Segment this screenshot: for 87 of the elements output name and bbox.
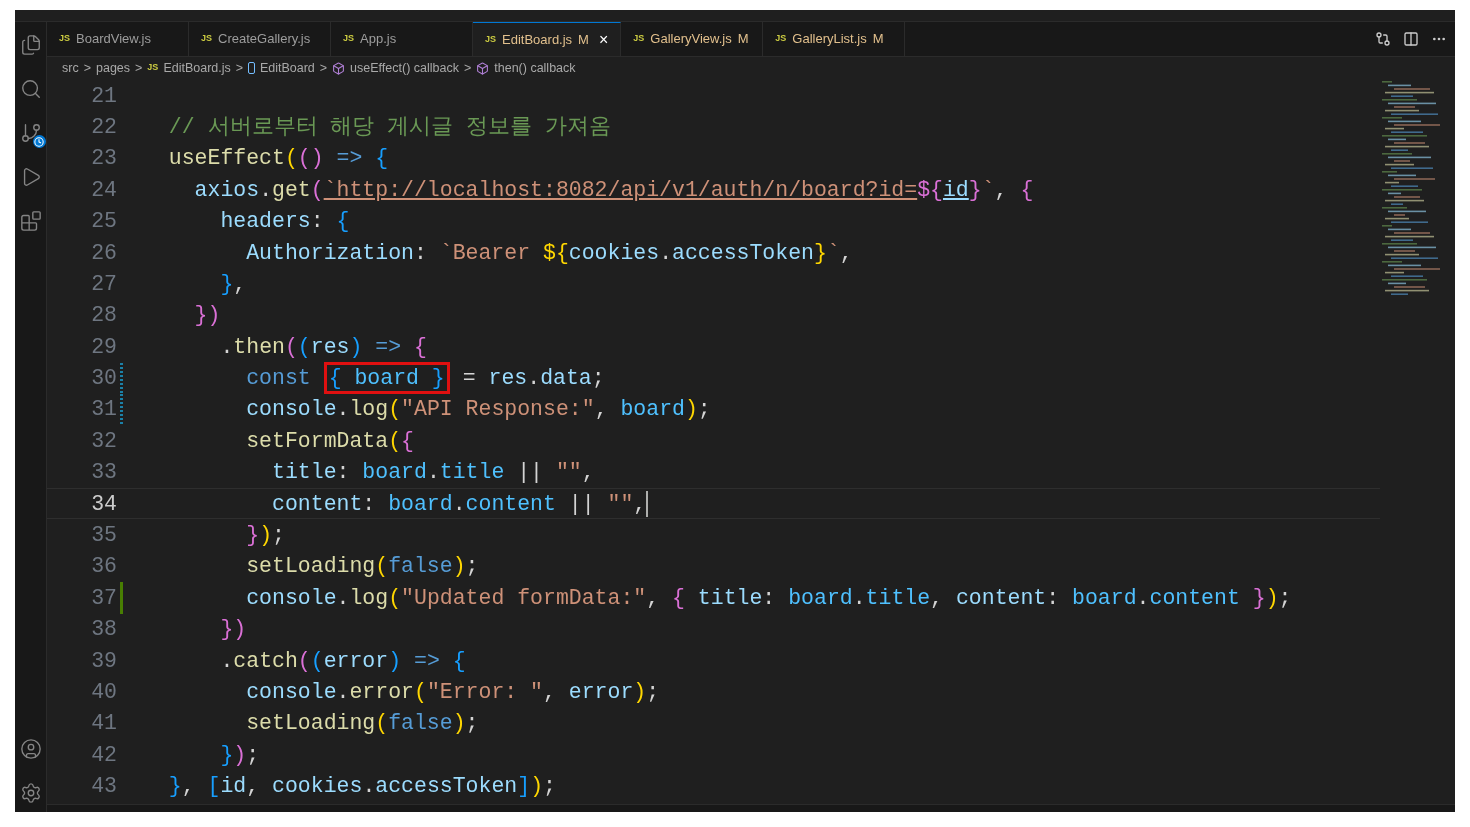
tab-label: GalleryList.js: [792, 30, 867, 49]
tab-label: App.js: [360, 30, 397, 49]
line-number: 39: [90, 647, 117, 675]
breadcrumb-separator: >: [83, 59, 91, 77]
code-line: headers: {: [219, 208, 350, 236]
code-line: // 서버로부터 해당 게시글 정보를 가져옴: [167, 113, 612, 141]
line-number: 28: [90, 302, 117, 330]
code-line: content: board.content || "",: [271, 490, 647, 518]
breadcrumb-item[interactable]: src: [62, 58, 79, 78]
line-number: 32: [90, 427, 117, 455]
cube-icon: [476, 61, 490, 75]
tab-label: CreateGallery.js: [218, 30, 311, 49]
code-line: });: [219, 741, 260, 769]
clock-badge-icon: [32, 135, 46, 148]
js-file-icon: JS: [343, 32, 354, 46]
code-line: }, [id, cookies.accessToken]);: [167, 773, 556, 801]
js-file-icon: JS: [59, 32, 70, 46]
settings-icon[interactable]: [19, 782, 42, 804]
line-number: 25: [90, 208, 117, 236]
line-number: 36: [90, 553, 117, 581]
code-line: axios.get(`http://localhost:8082/api/v1/auth/n/board?id=${id}`, {: [193, 176, 1034, 204]
code-line: const { board } = res.data;: [143, 362, 605, 395]
tab-label: GalleryView.js: [650, 30, 732, 49]
tab-label: EditBoard.js: [502, 30, 573, 49]
search-icon[interactable]: [19, 78, 42, 100]
compare-changes-icon[interactable]: [1375, 31, 1391, 47]
code-line: console.error("Error: ", error);: [245, 679, 660, 706]
line-number: 29: [90, 333, 117, 361]
code-line: }): [193, 302, 221, 330]
code-line: setLoading(false);: [245, 710, 479, 738]
modified-status: M: [578, 30, 589, 49]
line-number: 40: [90, 679, 117, 706]
line-number: 42: [90, 741, 117, 769]
split-editor-icon[interactable]: [1403, 31, 1419, 47]
code-line: console.log("API Response:", board);: [245, 396, 711, 424]
account-icon[interactable]: [19, 738, 42, 760]
breadcrumb-item[interactable]: then() callback: [494, 58, 576, 78]
code-line: Authorization: `Bearer ${cookies.accessToken}`,: [245, 239, 853, 267]
editor-tab[interactable]: JS EditBoard.js M ×: [473, 22, 622, 56]
modified-status: M: [737, 30, 749, 49]
code-line: .then((res) => {: [219, 333, 427, 361]
code-line: setLoading(false);: [245, 553, 479, 581]
line-number: 33: [90, 459, 117, 487]
js-file-icon: JS: [775, 32, 787, 46]
line-number: 24: [90, 176, 117, 204]
js-file-icon: JS: [485, 32, 496, 47]
modified-status: M: [872, 30, 884, 49]
js-file-icon: JS: [201, 32, 212, 46]
symbol-icon: [248, 62, 255, 74]
line-number: 41: [90, 710, 117, 738]
line-number: 43: [90, 773, 117, 801]
breadcrumb-item[interactable]: EditBoard: [259, 58, 315, 78]
breadcrumb-separator: >: [135, 59, 143, 77]
js-file-icon: JS: [147, 61, 159, 75]
highlight-box: { board }: [323, 362, 450, 395]
tab-label: BoardView.js: [76, 30, 151, 49]
code-line: });: [245, 522, 285, 550]
line-number: 35: [90, 522, 117, 550]
code-line: title: board.title || "",: [271, 459, 595, 487]
line-number: 31: [90, 396, 117, 424]
code-line: .catch((error) => {: [219, 647, 466, 675]
text-cursor: [646, 490, 649, 517]
files-icon[interactable]: [19, 34, 42, 56]
breadcrumb-item[interactable]: useEffect() callback: [350, 58, 459, 78]
breadcrumb-separator: >: [235, 59, 244, 77]
line-number: 34: [90, 490, 117, 518]
line-number: 22: [90, 113, 117, 141]
cube-icon: [332, 61, 346, 75]
breadcrumb-item[interactable]: pages: [96, 58, 131, 78]
line-number: 30: [90, 365, 117, 393]
extensions-icon[interactable]: [19, 210, 42, 232]
js-file-icon: JS: [633, 32, 645, 46]
breadcrumb-separator: >: [319, 59, 328, 77]
breadcrumb-item[interactable]: EditBoard.js: [163, 58, 231, 78]
line-number: 38: [90, 616, 117, 644]
code-line: }): [219, 616, 247, 644]
code-line: console.log("Updated formData:", { title: board.title, content: board.content });: [245, 584, 1292, 612]
line-number: 21: [90, 82, 117, 110]
close-icon[interactable]: ×: [598, 31, 609, 48]
code-line: setFormData({: [245, 427, 414, 455]
line-number: 23: [90, 145, 117, 173]
breadcrumb-separator: >: [463, 59, 472, 77]
line-number: 26: [90, 239, 117, 267]
code-line: },: [219, 270, 247, 298]
code-line: useEffect(() => {: [167, 145, 389, 173]
line-number: 27: [90, 270, 117, 298]
line-number: 37: [90, 584, 117, 612]
